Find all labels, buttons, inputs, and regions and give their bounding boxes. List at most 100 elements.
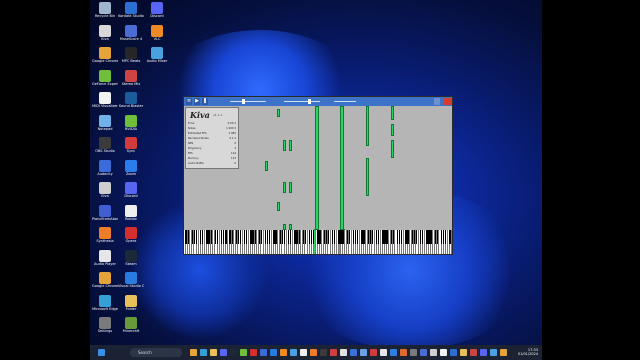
seek-slider[interactable] xyxy=(230,101,266,102)
desktop-icon[interactable]: OBS Studio xyxy=(92,137,118,153)
desktop-icon[interactable]: Discord xyxy=(118,182,144,198)
stat-row: Memory 123 xyxy=(188,157,236,161)
black-key xyxy=(235,230,237,244)
desktop-icon[interactable]: PianoFromAbove xyxy=(92,204,118,221)
desktop-icon[interactable]: Sync xyxy=(118,137,144,153)
edge-icon[interactable] xyxy=(200,349,207,356)
search-box[interactable]: Search xyxy=(130,348,182,357)
app-icon[interactable] xyxy=(400,349,407,356)
vlc-icon[interactable] xyxy=(280,349,287,356)
app-icon[interactable] xyxy=(470,349,477,356)
discord-icon[interactable] xyxy=(220,349,227,356)
desktop-icon[interactable]: Roblox xyxy=(118,204,144,221)
desktop-icon[interactable]: Audio Player xyxy=(92,249,118,266)
audacity-icon[interactable] xyxy=(260,349,267,356)
desktop-icon[interactable]: Sound Blaster xyxy=(118,92,144,108)
app-icon xyxy=(151,24,163,37)
black-key xyxy=(440,230,443,244)
desktop-icon[interactable]: Folder xyxy=(118,294,144,311)
app-icon[interactable] xyxy=(480,349,487,356)
menu-button[interactable]: ≡ xyxy=(186,98,192,105)
stats-panel: Kiva v1.1.1 Time 0:00:1 Notes 1 000 0 Estima… xyxy=(185,107,239,169)
obs-icon[interactable] xyxy=(320,349,327,356)
mixer-icon[interactable] xyxy=(290,349,297,356)
speed-slider-knob[interactable] xyxy=(308,99,311,104)
app-icon[interactable] xyxy=(440,349,447,356)
app-icon xyxy=(125,114,137,127)
desktop-icon-label: Audacity xyxy=(97,171,113,176)
desktop-icon[interactable]: Kiva xyxy=(92,182,118,198)
black-key xyxy=(304,230,307,244)
desktop-icon[interactable]: Visual Studio Code xyxy=(118,272,144,288)
app-icon[interactable] xyxy=(490,349,497,356)
desktop-icon[interactable]: NVIDIA xyxy=(118,114,144,131)
app-icon[interactable] xyxy=(390,349,397,356)
desktop-icon[interactable]: MIDI Visualizer xyxy=(92,92,118,108)
minimize-button[interactable] xyxy=(434,98,440,105)
desktop-icon[interactable]: Settings xyxy=(92,317,118,333)
app-icon[interactable] xyxy=(410,349,417,356)
close-button[interactable] xyxy=(444,98,451,105)
app-icon[interactable] xyxy=(370,349,377,356)
speed-slider[interactable] xyxy=(284,101,320,102)
desktop-icon-label: MIDI Visualizer xyxy=(92,104,118,108)
vscode-icon[interactable] xyxy=(270,349,277,356)
desktop-icon-label: Audio Mixer xyxy=(146,59,168,63)
falling-note xyxy=(277,202,280,211)
app-icon xyxy=(99,24,111,37)
start-icon[interactable] xyxy=(98,349,105,356)
steam-icon[interactable] xyxy=(230,349,237,356)
desktop-icon[interactable]: Audio Mixer xyxy=(144,47,170,63)
desktop-icon[interactable]: Recycle Bin xyxy=(92,2,118,18)
desktop-icon[interactable]: Audacity xyxy=(92,159,118,176)
desktop-icon[interactable]: Minecraft xyxy=(118,317,144,333)
opera-icon[interactable] xyxy=(250,349,257,356)
app-icon xyxy=(151,47,163,59)
desktop-icon[interactable]: MuseScore 4 xyxy=(118,24,144,41)
app-icon[interactable] xyxy=(450,349,457,356)
desktop-icon[interactable]: Google Chrome xyxy=(92,47,118,63)
taskbar-clock[interactable]: 17:33 01/01/2024 xyxy=(518,348,538,356)
desktop-icon[interactable]: Stereo Mix xyxy=(118,69,144,86)
play-button[interactable]: ▶ xyxy=(194,98,200,105)
app-icon[interactable] xyxy=(380,349,387,356)
seek-slider-knob[interactable] xyxy=(242,99,245,104)
desktop-icon[interactable]: Google Chrome xyxy=(92,272,118,288)
kiva-taskbar-icon[interactable] xyxy=(300,349,307,356)
desktop-icon[interactable]: Synthesia xyxy=(92,227,118,243)
desktop-icon[interactable]: VLC xyxy=(144,24,170,41)
black-key xyxy=(208,230,210,244)
desktop-icon[interactable]: Discord xyxy=(144,2,170,18)
stat-row: FPS 144 xyxy=(188,152,236,156)
desktop-icon[interactable]: GeForce Experience xyxy=(92,69,118,86)
chrome-icon[interactable] xyxy=(190,349,197,356)
app-icon[interactable] xyxy=(420,349,427,356)
black-key xyxy=(405,230,407,244)
pause-button[interactable]: ❚ xyxy=(202,98,208,105)
nvidia-icon[interactable] xyxy=(240,349,247,356)
kiva-window[interactable]: ≡ ▶ ❚ Kiva v1.1.1 Time 0:00:1 Notes 1 000 0… xyxy=(183,96,453,255)
desktop-icon[interactable]: MPC Beats xyxy=(118,47,144,63)
desktop-icon[interactable]: Opera xyxy=(118,227,144,243)
app-icon[interactable] xyxy=(500,349,507,356)
desktop-icons: Recycle Bin Kiva Google Chrome GeForce Expe… xyxy=(92,0,172,345)
desktop-icon[interactable]: Kiva xyxy=(92,24,118,41)
desktop-icon[interactable]: Notepad xyxy=(92,114,118,131)
app-icon[interactable] xyxy=(430,349,437,356)
falling-note xyxy=(265,161,268,171)
synthesia-icon[interactable] xyxy=(310,349,317,356)
desktop-icon[interactable]: Kontakt Studio xyxy=(118,2,144,18)
app-icon[interactable] xyxy=(350,349,357,356)
app-icon[interactable] xyxy=(330,349,337,356)
black-key xyxy=(185,230,187,244)
zoom-slider[interactable] xyxy=(334,101,356,102)
folder-icon[interactable] xyxy=(210,349,217,356)
desktop-icon[interactable]: Microsoft Edge xyxy=(92,294,118,311)
desktop-icon[interactable]: Zoom xyxy=(118,159,144,176)
piano-keyboard xyxy=(184,230,452,254)
desktop-icon[interactable]: Steam xyxy=(118,249,144,266)
black-key xyxy=(422,230,424,244)
app-icon[interactable] xyxy=(340,349,347,356)
app-icon[interactable] xyxy=(460,349,467,356)
app-icon[interactable] xyxy=(360,349,367,356)
